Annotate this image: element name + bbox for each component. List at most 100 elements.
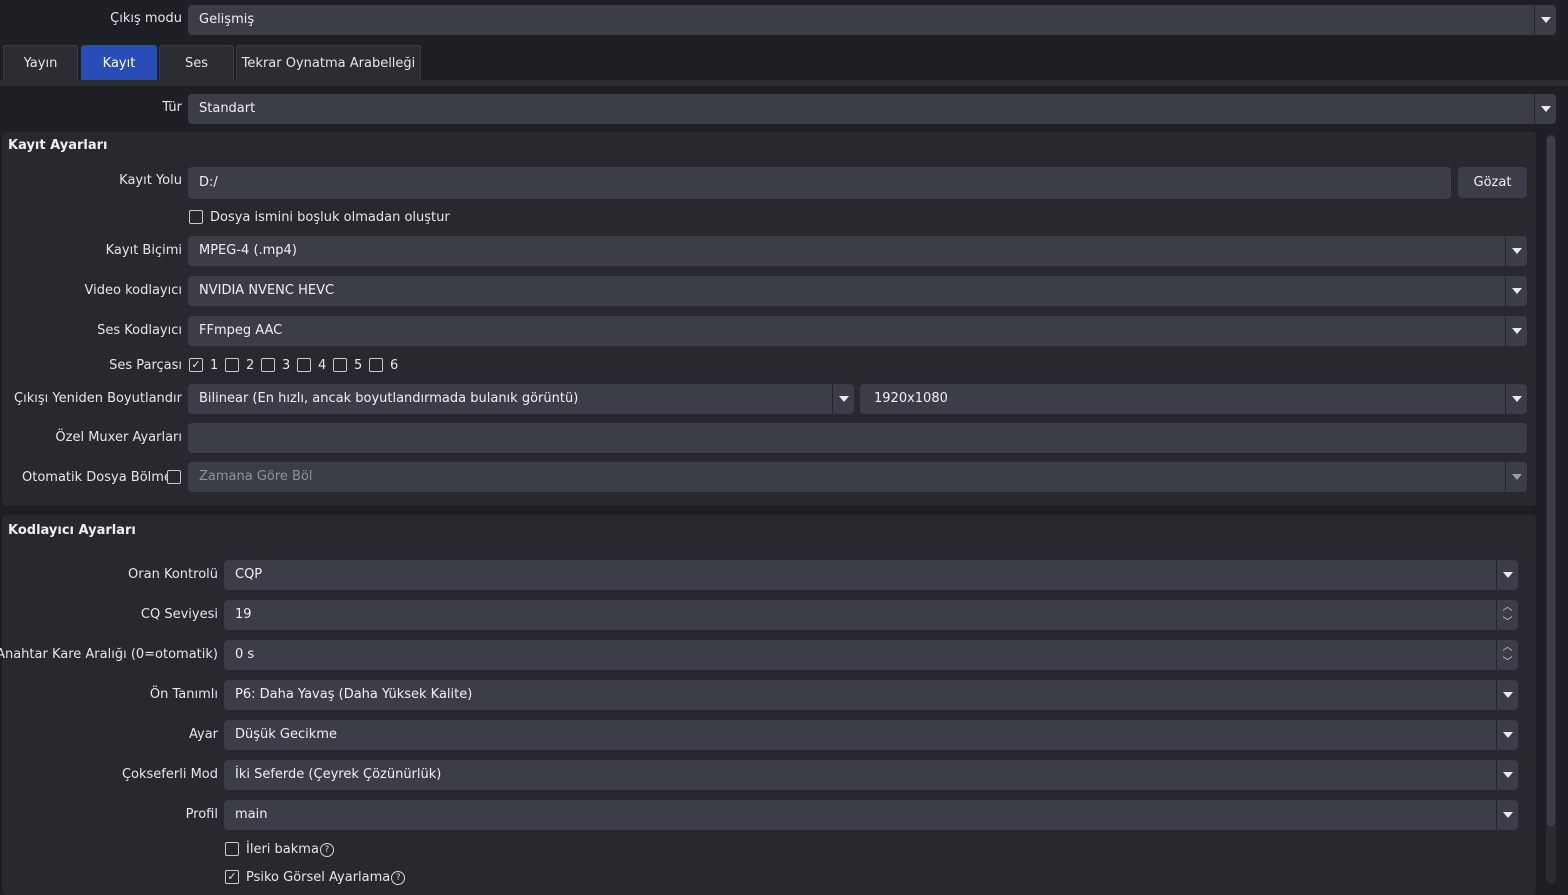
chevron-down-icon[interactable] xyxy=(832,384,854,414)
chevron-down-icon[interactable] xyxy=(1496,800,1518,830)
chevron-down-icon[interactable] xyxy=(1496,680,1518,710)
video-encoder-value: NVIDIA NVENC HEVC xyxy=(199,283,335,298)
rescale-filter-select[interactable]: Bilinear (En hızlı, ancak boyutlandırmad… xyxy=(188,384,854,414)
rate-control-select[interactable]: CQP xyxy=(224,560,1518,590)
chevron-up-icon[interactable]: ︿ xyxy=(1503,602,1513,613)
profile-select[interactable]: main xyxy=(224,800,1518,830)
chevron-down-icon[interactable]: ﹀ xyxy=(1503,657,1513,668)
rescale-filter-value: Bilinear (En hızlı, ancak boyutlandırmad… xyxy=(199,391,579,406)
no-space-label: Dosya ismini boşluk olmadan oluştur xyxy=(210,210,450,225)
autosplit-value: Zamana Göre Böl xyxy=(199,469,313,484)
record-path-input[interactable]: D:/ xyxy=(188,167,1451,199)
preset-value: P6: Daha Yavaş (Daha Yüksek Kalite) xyxy=(235,687,473,702)
type-value: Standart xyxy=(199,101,256,116)
lookahead-checkbox[interactable] xyxy=(225,842,239,856)
help-icon[interactable]: ? xyxy=(391,870,406,885)
audio-track-1-label: 1 xyxy=(210,358,219,373)
scrollbar-track[interactable] xyxy=(1546,134,1556,884)
recording-settings-title: Kayıt Ayarları xyxy=(8,138,108,153)
multipass-value: İki Seferde (Çeyrek Çözünürlük) xyxy=(235,767,442,782)
tab-audio-label: Ses xyxy=(184,55,209,71)
browse-button[interactable]: Gözat xyxy=(1458,167,1527,198)
autosplit-select: Zamana Göre Böl xyxy=(188,462,1527,492)
no-space-checkbox[interactable] xyxy=(189,210,203,224)
chevron-down-icon[interactable] xyxy=(1496,560,1518,590)
multipass-select[interactable]: İki Seferde (Çeyrek Çözünürlük) xyxy=(224,760,1518,790)
audio-track-2-label: 2 xyxy=(246,358,255,373)
tab-replay-buffer-label: Tekrar Oynatma Arabelleği xyxy=(241,55,416,71)
output-mode-label: Çıkış modu xyxy=(110,11,182,26)
muxer-settings-label: Özel Muxer Ayarları xyxy=(55,430,182,445)
keyframe-interval-value: 0 s xyxy=(235,647,255,662)
preset-select[interactable]: P6: Daha Yavaş (Daha Yüksek Kalite) xyxy=(224,680,1518,710)
multipass-label: Çokseferli Mod xyxy=(121,767,218,782)
muxer-settings-input[interactable] xyxy=(188,423,1527,453)
tab-audio[interactable]: Ses xyxy=(159,45,234,80)
rescale-label: Çıkışı Yeniden Boyutlandır xyxy=(14,391,182,406)
tab-replay-buffer[interactable]: Tekrar Oynatma Arabelleği xyxy=(236,45,421,80)
rescale-resolution-value: 1920x1080 xyxy=(874,391,948,406)
cq-level-label: CQ Seviyesi xyxy=(140,607,218,622)
audio-tracks-label: Ses Parçası xyxy=(109,358,182,373)
video-encoder-select[interactable]: NVIDIA NVENC HEVC xyxy=(188,276,1527,306)
audio-track-3-checkbox[interactable] xyxy=(261,358,275,372)
preset-label: Ön Tanımlı xyxy=(149,687,218,702)
chevron-down-icon[interactable] xyxy=(1534,5,1556,35)
chevron-down-icon[interactable] xyxy=(1505,316,1527,346)
keyframe-interval-spin-buttons[interactable]: ︿ ﹀ xyxy=(1496,640,1518,670)
chevron-down-icon[interactable] xyxy=(1505,276,1527,306)
record-path-value: D:/ xyxy=(199,175,218,190)
audio-track-5-label: 5 xyxy=(354,358,363,373)
psycho-visual-label: Psiko Görsel Ayarlama xyxy=(246,870,391,885)
rate-control-value: CQP xyxy=(235,567,263,582)
tuning-select[interactable]: Düşük Gecikme xyxy=(224,720,1518,750)
audio-track-1-checkbox[interactable]: ✓ xyxy=(189,358,203,372)
output-mode-value: Gelişmiş xyxy=(199,12,255,27)
check-icon: ✓ xyxy=(191,358,201,371)
cq-level-spinbox[interactable]: 19 ︿ ﹀ xyxy=(224,600,1518,630)
chevron-up-icon[interactable]: ︿ xyxy=(1503,642,1513,653)
chevron-down-icon[interactable] xyxy=(1496,760,1518,790)
audio-track-6-checkbox[interactable] xyxy=(369,358,383,372)
encoder-settings-title: Kodlayıcı Ayarları xyxy=(8,523,136,538)
help-icon[interactable]: ? xyxy=(319,842,334,857)
audio-track-3-label: 3 xyxy=(282,358,291,373)
psycho-visual-row: Psiko Görsel Ayarlama? xyxy=(246,870,406,885)
type-select[interactable]: Standart xyxy=(188,94,1556,124)
video-encoder-label: Video kodlayıcı xyxy=(84,283,182,298)
audio-track-4-checkbox[interactable] xyxy=(297,358,311,372)
chevron-down-icon[interactable] xyxy=(1505,384,1527,414)
keyframe-interval-label: Anahtar Kare Aralığı (0=otomatik) xyxy=(0,647,218,662)
scrollbar-thumb[interactable] xyxy=(1547,136,1555,826)
tab-recording[interactable]: Kayıt xyxy=(81,45,157,80)
audio-encoder-value: FFmpeg AAC xyxy=(199,323,283,338)
output-mode-select[interactable]: Gelişmiş xyxy=(188,5,1556,35)
tab-stream-label: Yayın xyxy=(23,55,58,71)
tuning-label: Ayar xyxy=(188,727,218,742)
audio-track-2-checkbox[interactable] xyxy=(225,358,239,372)
chevron-down-icon[interactable] xyxy=(1505,236,1527,266)
lookahead-label: İleri bakma xyxy=(246,842,319,857)
tab-recording-label: Kayıt xyxy=(102,55,136,71)
chevron-down-icon[interactable] xyxy=(1496,720,1518,750)
tab-stream[interactable]: Yayın xyxy=(3,45,78,80)
keyframe-interval-spinbox[interactable]: 0 s ︿ ﹀ xyxy=(224,640,1518,670)
chevron-down-icon[interactable] xyxy=(1534,94,1556,124)
audio-track-6-label: 6 xyxy=(390,358,399,373)
check-icon: ✓ xyxy=(227,870,237,883)
psycho-visual-checkbox[interactable]: ✓ xyxy=(225,870,239,884)
tab-bar-divider xyxy=(0,80,1568,86)
rate-control-label: Oran Kontrolü xyxy=(128,567,218,582)
autosplit-checkbox[interactable] xyxy=(167,470,181,484)
chevron-down-icon[interactable]: ﹀ xyxy=(1503,617,1513,628)
browse-button-label: Gözat xyxy=(1473,175,1512,190)
audio-encoder-select[interactable]: FFmpeg AAC xyxy=(188,316,1527,346)
lookahead-row: İleri bakma? xyxy=(246,842,334,857)
rescale-resolution-select[interactable]: 1920x1080 xyxy=(860,384,1527,414)
cq-level-spin-buttons[interactable]: ︿ ﹀ xyxy=(1496,600,1518,630)
profile-label: Profil xyxy=(185,807,218,822)
audio-track-5-checkbox[interactable] xyxy=(333,358,347,372)
record-path-label: Kayıt Yolu xyxy=(119,173,182,188)
audio-encoder-label: Ses Kodlayıcı xyxy=(97,323,182,338)
record-format-select[interactable]: MPEG-4 (.mp4) xyxy=(188,236,1527,266)
